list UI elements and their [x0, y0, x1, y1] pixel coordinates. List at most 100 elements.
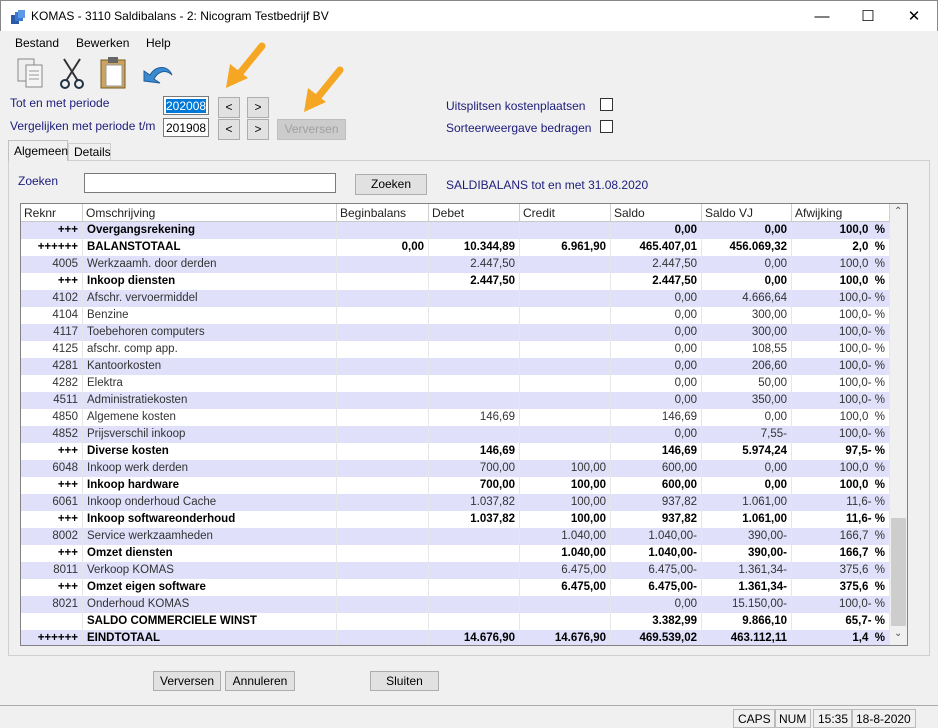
cell-afwijking: 100,0 %	[792, 460, 890, 477]
compare-prev-button[interactable]: <	[218, 119, 240, 140]
cell-afwijking: 100,0- %	[792, 358, 890, 375]
search-button[interactable]: Zoeken	[355, 174, 427, 195]
vertical-scrollbar[interactable]: ⌃ ⌄	[890, 204, 907, 645]
cell-omschrijving: Verkoop KOMAS	[83, 562, 337, 579]
menu-bewerken[interactable]: Bewerken	[76, 36, 129, 50]
cancel-button[interactable]: Annuleren	[225, 671, 295, 691]
column-header-reknr[interactable]: Reknr	[21, 204, 83, 222]
table-row[interactable]: 4852 Prijsverschil inkoop 0,00 7,55- 100,0- …	[21, 426, 890, 443]
table-row[interactable]: +++ Omzet eigen software 6.475,00 6.475,00-…	[21, 579, 890, 596]
cell-reknr: 4005	[21, 256, 83, 273]
cell-credit: 6.961,90	[520, 239, 611, 256]
cell-debet	[429, 375, 520, 392]
cell-debet	[429, 426, 520, 443]
period-prev-button[interactable]: <	[218, 97, 240, 118]
column-header-saldo[interactable]: Saldo	[611, 204, 702, 222]
cell-saldo-vj: 300,00	[702, 324, 792, 341]
table-row[interactable]: 6061 Inkoop onderhoud Cache 1.037,82 100,00…	[21, 494, 890, 511]
cut-icon[interactable]	[58, 57, 88, 89]
cell-omschrijving: Werkzaamh. door derden	[83, 256, 337, 273]
cell-saldo: 937,82	[611, 494, 702, 511]
table-row[interactable]: 4005 Werkzaamh. door derden 2.447,50 2.447,…	[21, 256, 890, 273]
cell-beginbalans	[337, 324, 429, 341]
table-row[interactable]: 4511 Administratiekosten 0,00 350,00 100,0- …	[21, 392, 890, 409]
table-row[interactable]: ++++++ BALANSTOTAAL 0,00 10.344,89 6.961,90 4…	[21, 239, 890, 256]
table-row[interactable]: 8021 Onderhoud KOMAS 0,00 15.150,00- 100,0- …	[21, 596, 890, 613]
table-row[interactable]: 4104 Benzine 0,00 300,00 100,0- %	[21, 307, 890, 324]
period-next-button[interactable]: >	[247, 97, 269, 118]
table-row[interactable]: SALDO COMMERCIELE WINST 3.382,99 9.866,10 6…	[21, 613, 890, 630]
cell-saldo: 0,00	[611, 426, 702, 443]
scroll-up-icon[interactable]: ⌃	[894, 206, 902, 217]
column-header-credit[interactable]: Credit	[520, 204, 611, 222]
cell-credit	[520, 375, 611, 392]
cell-beginbalans	[337, 273, 429, 290]
minimize-button[interactable]: —	[799, 1, 845, 32]
table-row[interactable]: 6048 Inkoop werk derden 700,00 100,00 600,00…	[21, 460, 890, 477]
cell-saldo: 0,00	[611, 341, 702, 358]
cell-beginbalans	[337, 477, 429, 494]
top-refresh-button[interactable]: Verversen	[277, 119, 346, 140]
scrollbar-thumb[interactable]	[891, 518, 906, 626]
cell-omschrijving: Omzet diensten	[83, 545, 337, 562]
table-row[interactable]: 4125 afschr. comp app. 0,00 108,55 100,0- %	[21, 341, 890, 358]
table-row[interactable]: +++ Inkoop diensten 2.447,50 2.447,50 0,00 10…	[21, 273, 890, 290]
menu-help[interactable]: Help	[146, 36, 171, 50]
split-checkbox[interactable]	[600, 98, 613, 111]
period-input[interactable]: 202008	[163, 96, 209, 115]
table-row[interactable]: +++ Inkoop softwareonderhoud 1.037,82 100,0…	[21, 511, 890, 528]
cell-reknr: 8011	[21, 562, 83, 579]
table-row[interactable]: 8002 Service werkzaamheden 1.040,00 1.040,0…	[21, 528, 890, 545]
table-row[interactable]: 4282 Elektra 0,00 50,00 100,0- %	[21, 375, 890, 392]
cell-beginbalans: 0,00	[337, 239, 429, 256]
cell-saldo: 0,00	[611, 375, 702, 392]
compare-input[interactable]: 201908	[163, 118, 209, 137]
close-button[interactable]: ✕	[891, 1, 937, 32]
copy-icon[interactable]	[16, 57, 46, 89]
cell-credit	[520, 409, 611, 426]
table-row[interactable]: 4102 Afschr. vervoermiddel 0,00 4.666,64 100…	[21, 290, 890, 307]
tab-algemeen[interactable]: Algemeen	[8, 140, 68, 161]
toolbar	[0, 53, 938, 93]
table-row[interactable]: 4850 Algemene kosten 146,69 146,69 0,00 100,0…	[21, 409, 890, 426]
close-dialog-button[interactable]: Sluiten	[370, 671, 439, 691]
scroll-down-icon[interactable]: ⌄	[894, 628, 902, 639]
sort-checkbox[interactable]	[600, 120, 613, 133]
table-row[interactable]: +++ Inkoop hardware 700,00 100,00 600,00 0,00…	[21, 477, 890, 494]
refresh-button[interactable]: Verversen	[153, 671, 221, 691]
cell-omschrijving: Overgangsrekening	[83, 222, 337, 239]
cell-saldo-vj: 4.666,64	[702, 290, 792, 307]
tab-details[interactable]: Details	[68, 143, 111, 160]
cell-omschrijving: Kantoorkosten	[83, 358, 337, 375]
cell-debet	[429, 596, 520, 613]
cell-afwijking: 100,0- %	[792, 324, 890, 341]
column-header-omschrijving[interactable]: Omschrijving	[83, 204, 337, 222]
column-header-saldo-vj[interactable]: Saldo VJ	[702, 204, 792, 222]
menu-bestand[interactable]: Bestand	[15, 36, 59, 50]
table-row[interactable]: ++++++ EINDTOTAAL 14.676,90 14.676,90 469.53…	[21, 630, 890, 645]
table-row[interactable]: +++ Overgangsrekening 0,00 0,00 100,0 %	[21, 222, 890, 239]
cell-credit: 6.475,00	[520, 562, 611, 579]
cell-omschrijving: BALANSTOTAAL	[83, 239, 337, 256]
cell-debet: 700,00	[429, 460, 520, 477]
cell-credit: 1.040,00	[520, 545, 611, 562]
table-row[interactable]: +++ Diverse kosten 146,69 146,69 5.974,24 97,…	[21, 443, 890, 460]
cell-debet	[429, 528, 520, 545]
table-row[interactable]: 4281 Kantoorkosten 0,00 206,60 100,0- %	[21, 358, 890, 375]
table-row[interactable]: 8011 Verkoop KOMAS 6.475,00 6.475,00- 1.361,…	[21, 562, 890, 579]
cell-saldo-vj: 456.069,32	[702, 239, 792, 256]
cell-saldo: 600,00	[611, 460, 702, 477]
column-header-debet[interactable]: Debet	[429, 204, 520, 222]
cell-credit	[520, 392, 611, 409]
paste-icon[interactable]	[98, 56, 130, 90]
column-header-beginbalans[interactable]: Beginbalans	[337, 204, 429, 222]
column-header-afwijking[interactable]: Afwijking	[792, 204, 890, 222]
search-input[interactable]	[84, 173, 336, 193]
cell-saldo-vj: 206,60	[702, 358, 792, 375]
undo-icon[interactable]	[140, 59, 174, 87]
table-row[interactable]: 4117 Toebehoren computers 0,00 300,00 100,0-…	[21, 324, 890, 341]
table-row[interactable]: +++ Omzet diensten 1.040,00 1.040,00- 390,00…	[21, 545, 890, 562]
compare-next-button[interactable]: >	[247, 119, 269, 140]
title-bar: KOMAS - 3110 Saldibalans - 2: Nicogram T…	[0, 0, 938, 31]
maximize-button[interactable]: ☐	[845, 1, 891, 32]
